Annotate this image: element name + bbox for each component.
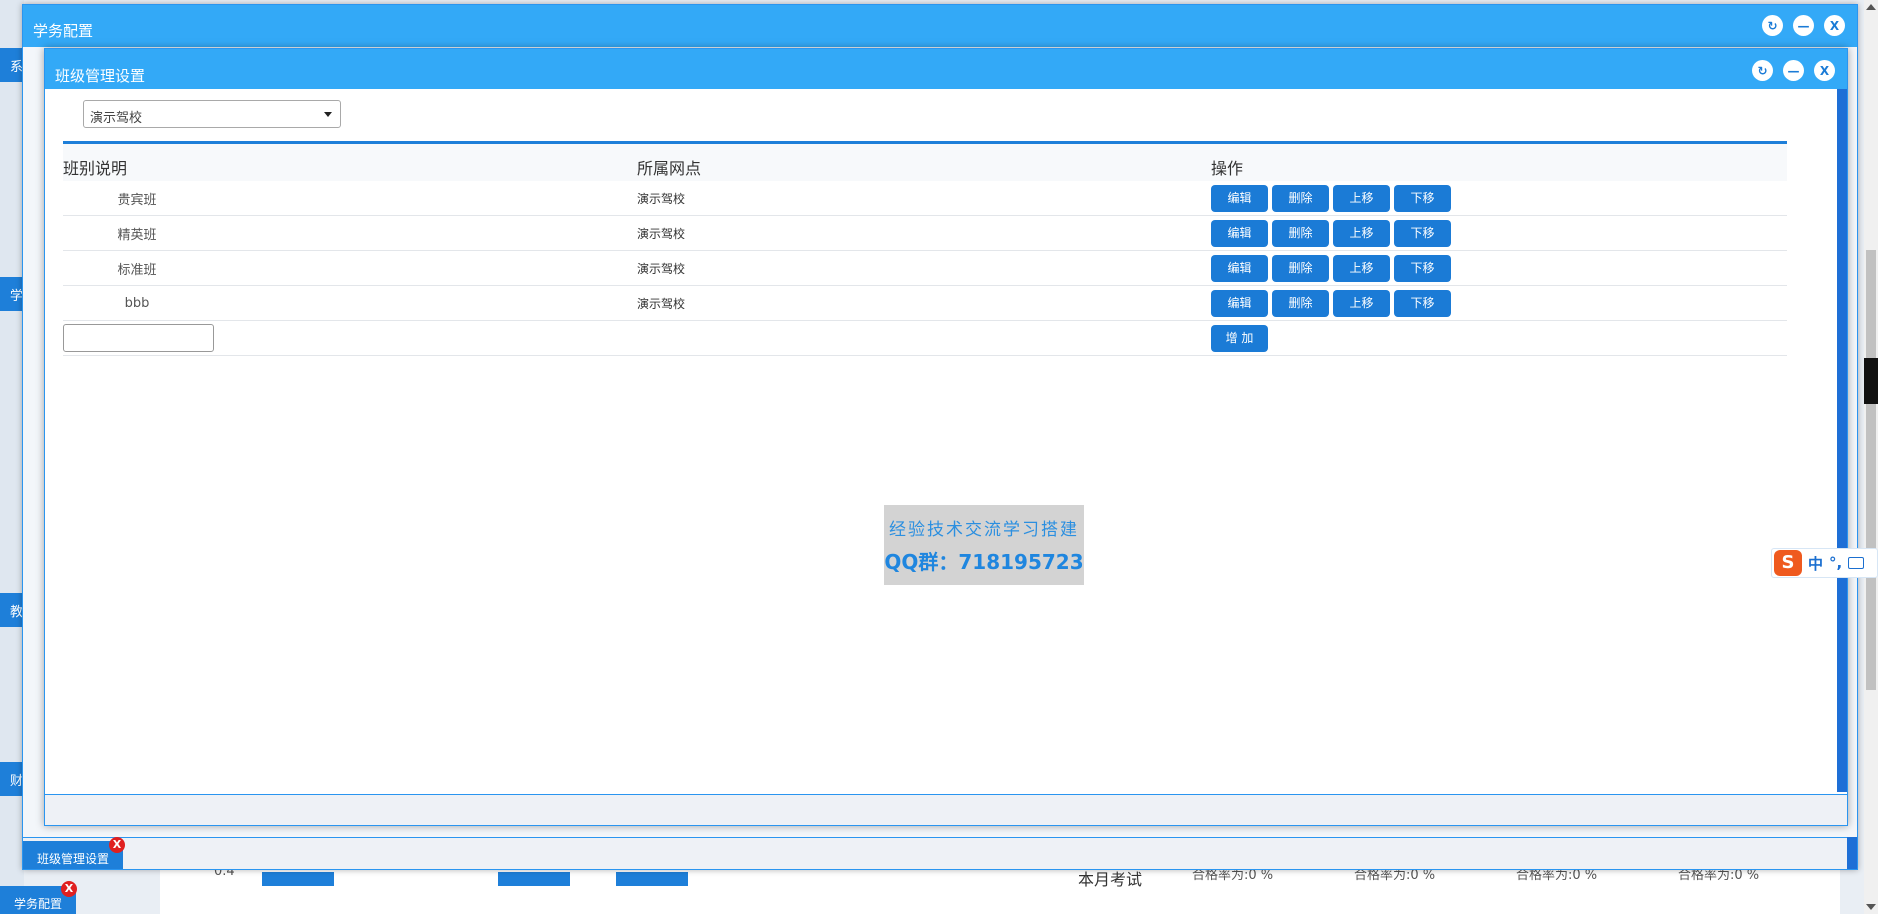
scrollbar-thumb[interactable] [1866,250,1876,690]
outer-window-tabbar [23,837,1857,869]
ime-mode[interactable]: 中 [1808,553,1823,574]
inner-window-content: 演示驾校 班别说明 所属网点 操作 贵宾班 演示驾校 编辑 删除 上移 下移 精英班 … [45,89,1838,792]
school-select-value: 演示驾校 [90,111,143,126]
add-input-cell [63,324,637,352]
minimize-icon[interactable]: — [1793,15,1814,36]
move-up-button[interactable]: 上移 [1333,289,1390,317]
table-row: 精英班 演示驾校 编辑 删除 上移 下移 [63,216,1787,251]
inner-window-controls: ↻ — X [1752,60,1835,81]
watermark-line-1: 经验技术交流学习搭建 [889,520,1079,540]
bg-chart-bar [616,872,688,886]
close-button[interactable]: X [1814,60,1835,81]
inner-window-title: 班级管理设置 [55,67,146,85]
column-header-branch: 所属网点 [637,159,702,178]
outer-window-titlebar[interactable]: 学务配置 ↻ — X [23,5,1857,47]
inner-window-scrollbar[interactable] [1837,89,1847,792]
window-tab-class-settings[interactable]: 班级管理设置 [23,841,123,869]
scroll-down-icon[interactable] [1866,904,1876,910]
move-up-button[interactable]: 上移 [1333,254,1390,282]
table-row: 标准班 演示驾校 编辑 删除 上移 下移 [63,251,1787,286]
window-tab-label: 学务配置 [14,897,63,911]
inner-window: 班级管理设置 ↻ — X 演示驾校 班别说明 所属网点 操作 贵宾班 演示驾校 … [44,48,1848,826]
table-row: bbb 演示驾校 编辑 删除 上移 下移 [63,286,1787,321]
actions-cell: 编辑 删除 上移 下移 [1211,219,1787,247]
ime-toolbar[interactable]: S 中 °, [1771,548,1878,578]
delete-button[interactable]: 删除 [1272,289,1329,317]
bg-chart-bar [498,872,570,886]
actions-cell: 编辑 删除 上移 下移 [1211,254,1787,282]
actions-cell: 编辑 删除 上移 下移 [1211,289,1787,317]
add-row: 增 加 [63,321,1787,356]
class-name-cell: 标准班 [117,262,157,278]
move-down-button[interactable]: 下移 [1394,254,1451,282]
refresh-icon[interactable]: ↻ [1752,60,1773,81]
refresh-icon[interactable]: ↻ [1762,15,1783,36]
move-down-button[interactable]: 下移 [1394,289,1451,317]
bg-chart-bar [262,872,334,886]
edit-button[interactable]: 编辑 [1211,289,1268,317]
close-tab-icon[interactable]: X [109,837,125,853]
delete-button[interactable]: 删除 [1272,184,1329,212]
move-up-button[interactable]: 上移 [1333,219,1390,247]
move-down-button[interactable]: 下移 [1394,184,1451,212]
delete-button[interactable]: 删除 [1272,254,1329,282]
outer-window-accent [1847,837,1857,869]
class-name-cell: 贵宾班 [117,192,157,208]
branch-cell: 演示驾校 [637,226,686,241]
edit-button[interactable]: 编辑 [1211,219,1268,247]
new-class-input[interactable] [63,324,214,352]
column-header-class: 班别说明 [63,159,128,178]
close-tab-icon[interactable]: X [61,881,77,897]
outer-window-title: 学务配置 [33,22,94,40]
scroll-up-icon[interactable] [1866,4,1876,10]
delete-button[interactable]: 删除 [1272,219,1329,247]
column-header-actions: 操作 [1211,159,1244,178]
table-header: 班别说明 所属网点 操作 [63,144,1787,181]
page-scrollbar[interactable] [1864,0,1878,914]
move-up-button[interactable]: 上移 [1333,184,1390,212]
sogou-logo-icon[interactable]: S [1774,550,1802,576]
close-button[interactable]: X [1824,15,1845,36]
watermark-line-2: QQ群：718195723 [884,550,1084,574]
table-row: 贵宾班 演示驾校 编辑 删除 上移 下移 [63,181,1787,216]
edit-button[interactable]: 编辑 [1211,184,1268,212]
branch-cell: 演示驾校 [637,191,686,206]
window-tab-label: 班级管理设置 [37,852,110,866]
add-button[interactable]: 增 加 [1211,324,1268,352]
branch-cell: 演示驾校 [637,261,686,276]
class-table: 班别说明 所属网点 操作 贵宾班 演示驾校 编辑 删除 上移 下移 精英班 演示驾校 … [63,141,1787,356]
watermark: 经验技术交流学习搭建 QQ群：718195723 [884,505,1084,585]
class-name-cell: bbb [124,295,150,311]
side-handle[interactable] [1864,358,1878,404]
outer-window-controls: ↻ — X [1762,15,1845,36]
move-down-button[interactable]: 下移 [1394,219,1451,247]
inner-window-footer [45,794,1847,825]
class-name-cell: 精英班 [117,227,157,243]
add-actions-cell: 增 加 [1211,324,1787,352]
keyboard-icon[interactable] [1848,557,1865,569]
ime-punctuation[interactable]: °, [1829,554,1842,572]
branch-cell: 演示驾校 [637,296,686,311]
edit-button[interactable]: 编辑 [1211,254,1268,282]
school-select[interactable]: 演示驾校 [83,100,341,128]
minimize-icon[interactable]: — [1783,60,1804,81]
chevron-down-icon [324,112,332,117]
inner-window-titlebar[interactable]: 班级管理设置 ↻ — X [45,49,1847,89]
actions-cell: 编辑 删除 上移 下移 [1211,184,1787,212]
